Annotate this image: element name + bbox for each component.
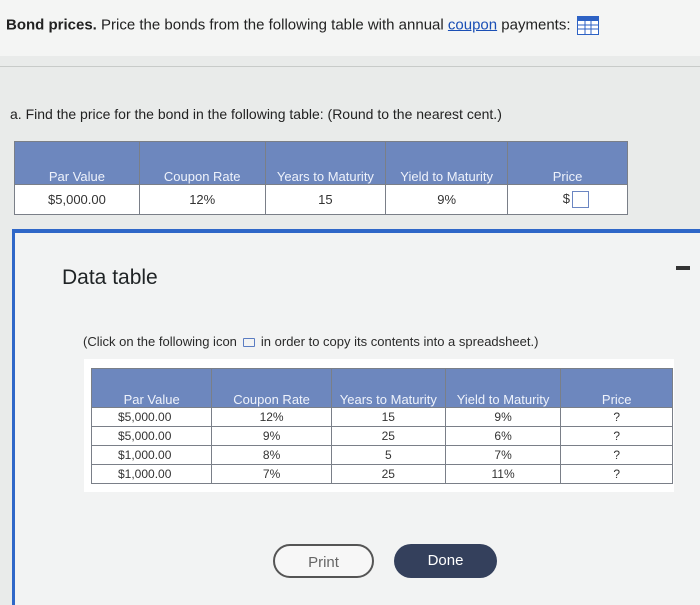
dt-header-par-value: Par Value bbox=[90, 368, 213, 408]
dt-cell: 15 bbox=[330, 407, 446, 427]
dt-cell: 11% bbox=[444, 464, 562, 484]
dt-cell: ? bbox=[560, 445, 673, 465]
question-title: Bond prices. Price the bonds from the fo… bbox=[6, 16, 599, 35]
header-par-value: Par Value bbox=[14, 141, 140, 185]
dt-cell: $1,000.00 bbox=[90, 445, 213, 465]
dt-cell: 7% bbox=[211, 464, 332, 484]
dt-cell: ? bbox=[560, 407, 673, 427]
dt-header-price: Price bbox=[560, 368, 673, 408]
dt-cell: ? bbox=[560, 464, 673, 484]
dt-cell: 5 bbox=[330, 445, 446, 465]
dt-cell: ? bbox=[560, 426, 673, 446]
minimize-icon[interactable] bbox=[676, 266, 690, 270]
print-button[interactable]: Print bbox=[273, 544, 374, 578]
copy-icon[interactable] bbox=[242, 338, 255, 348]
dt-header-years: Years to Maturity bbox=[330, 368, 446, 408]
years-cell: 15 bbox=[264, 184, 387, 215]
copy-note-before: (Click on the following icon bbox=[83, 334, 237, 349]
price-input[interactable] bbox=[572, 191, 589, 209]
question-title-text-2: payments: bbox=[497, 16, 571, 34]
copy-note-after: in order to copy its contents into a spr… bbox=[260, 334, 539, 349]
dt-cell: 25 bbox=[330, 464, 446, 484]
dt-cell: 9% bbox=[444, 407, 562, 427]
dt-cell: $5,000.00 bbox=[90, 426, 213, 446]
data-table-title: Data table bbox=[62, 266, 158, 289]
header-price: Price bbox=[507, 141, 628, 185]
dt-header-yield: Yield to Maturity bbox=[444, 368, 562, 408]
header-years-to-maturity: Years to Maturity bbox=[264, 141, 387, 185]
dt-cell: 6% bbox=[444, 426, 562, 446]
dt-cell: $5,000.00 bbox=[90, 407, 213, 427]
part-a-instruction: a. Find the price for the bond in the fo… bbox=[10, 106, 502, 122]
coupon-link[interactable]: coupon bbox=[448, 16, 497, 33]
header-coupon-rate: Coupon Rate bbox=[138, 141, 266, 185]
header-yield-to-maturity: Yield to Maturity bbox=[385, 141, 509, 185]
table-row: $1,000.00 8% 5 7% ? bbox=[90, 445, 673, 465]
price-prefix: $ bbox=[562, 190, 570, 206]
table-row: $5,000.00 12% 15 9% ? bbox=[90, 407, 673, 427]
table-row: $5,000.00 9% 25 6% ? bbox=[90, 426, 673, 446]
dt-cell: 9% bbox=[211, 426, 332, 446]
table-row: $5,000.00 12% 15 9% $ bbox=[14, 184, 628, 215]
bond-table: Par Value Coupon Rate Years to Maturity … bbox=[14, 141, 628, 215]
coupon-rate-cell: 12% bbox=[138, 184, 266, 215]
divider bbox=[0, 66, 700, 67]
dt-cell: 8% bbox=[211, 445, 332, 465]
dt-cell: 7% bbox=[444, 445, 562, 465]
dt-cell: $1,000.00 bbox=[90, 464, 213, 484]
data-table-icon[interactable] bbox=[576, 16, 599, 35]
par-value-cell: $5,000.00 bbox=[14, 184, 140, 215]
question-title-text-1: Price the bonds from the following table… bbox=[96, 16, 448, 34]
copy-instruction: (Click on the following icon in order to … bbox=[83, 334, 538, 349]
question-header: Bond prices. Price the bonds from the fo… bbox=[0, 0, 700, 56]
price-cell: $ bbox=[507, 184, 628, 215]
done-button[interactable]: Done bbox=[394, 544, 497, 578]
data-table: Par Value Coupon Rate Years to Maturity … bbox=[90, 368, 673, 484]
dt-header-coupon-rate: Coupon Rate bbox=[211, 368, 332, 408]
yield-cell: 9% bbox=[385, 184, 509, 215]
question-title-bold: Bond prices. bbox=[6, 16, 97, 34]
table-row: $1,000.00 7% 25 11% ? bbox=[90, 464, 673, 484]
dt-cell: 25 bbox=[330, 426, 446, 446]
dt-cell: 12% bbox=[211, 407, 332, 427]
